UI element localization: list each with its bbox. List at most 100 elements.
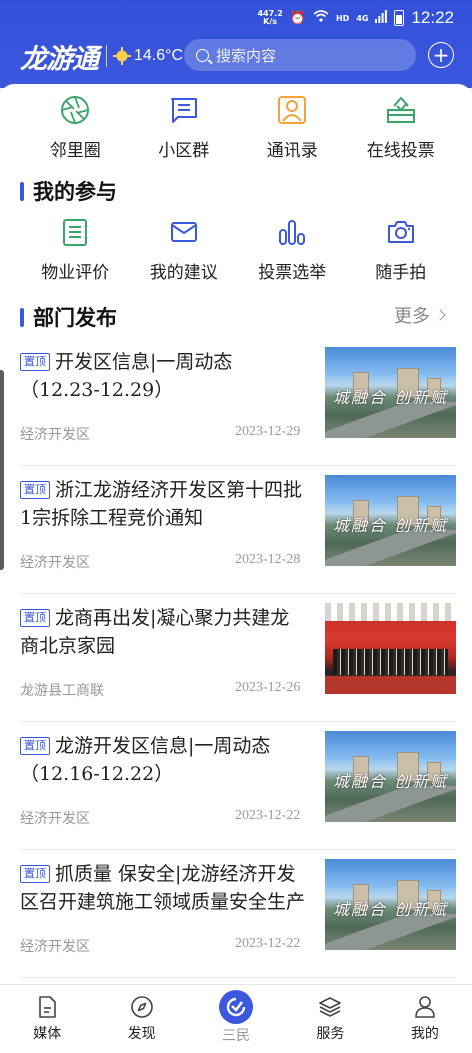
news-item[interactable]: 置顶 浙江龙游经济开发区第十四批1宗拆除工程竞价通知 经济开发区 2023-12-…: [20, 466, 456, 594]
photo-caption: 城融合 创新赋: [333, 900, 449, 919]
photo-caption: 城融合 创新赋: [333, 388, 449, 407]
search-icon: [196, 48, 209, 62]
news-thumbnail: 城融合 创新赋: [325, 731, 456, 822]
news-title-text: 抓质量 保安全|龙游经济开发区召开建筑施工领域质量安全生产: [20, 863, 305, 913]
chevron-right-icon: [434, 309, 446, 321]
news-item[interactable]: 置顶 龙商再出发|凝心聚力共建龙商北京家园 龙游县工商联 2023-12-26: [20, 594, 456, 722]
news-thumbnail: 城融合 创新赋: [325, 475, 456, 566]
more-link[interactable]: 更多: [394, 302, 446, 328]
news-date: 2023-12-29: [235, 424, 301, 439]
news-source: 龙游县工商联: [20, 683, 104, 699]
tab-discover[interactable]: 发现: [94, 985, 188, 1053]
news-item[interactable]: 置顶 开发区信息|一周动态（12.23-12.29） 经济开发区 2023-12-…: [20, 338, 456, 466]
app-header: 447.2 K/s ⏰ HD 4G 12:22 龙游通 14.6°C 搜索内容: [0, 0, 472, 88]
news-thumbnail: 城融合 创新赋: [325, 347, 456, 438]
pinned-badge: 置顶: [20, 609, 50, 627]
quick-entry-row: 邻里圈 小区群 通讯录 在线投票: [21, 94, 472, 161]
city-photo: 城融合 创新赋: [325, 347, 456, 438]
vote-icon: [386, 96, 415, 123]
news-item[interactable]: 置顶 抓质量 保安全|龙游经济开发区召开建筑施工领域质量安全生产 经济开发区 20…: [20, 850, 456, 978]
sanmin-icon: [219, 990, 254, 1024]
news-title-text: 龙商再出发|凝心聚力共建龙商北京家园: [20, 607, 290, 657]
tab-label: 服务: [316, 1026, 345, 1042]
quick-entry-neighborhood[interactable]: 邻里圈: [21, 94, 130, 161]
network-speed: 447.2 K/s: [257, 10, 282, 26]
side-scroll-handle[interactable]: [0, 370, 4, 570]
signal-type: 4G: [356, 13, 369, 23]
clipboard-icon: [63, 219, 88, 246]
news-title-text: 开发区信息|一周动态（12.23-12.29）: [20, 351, 233, 401]
news-source: 经济开发区: [20, 811, 90, 827]
search-placeholder: 搜索内容: [216, 46, 277, 65]
mail-icon: [170, 222, 197, 242]
app-logo: 龙游通: [20, 43, 99, 75]
document-icon: [39, 996, 57, 1018]
quick-entry-community-group[interactable]: 小区群: [130, 94, 239, 161]
quick-entry-label: 物业评价: [41, 263, 110, 283]
city-photo: 城融合 创新赋: [325, 475, 456, 566]
news-title: 置顶 浙江龙游经济开发区第十四批1宗拆除工程竞价通知: [20, 476, 305, 532]
brand-row: 龙游通 14.6°C 搜索内容 +: [0, 38, 472, 75]
add-button[interactable]: +: [428, 42, 454, 68]
photo-caption: 城融合 创新赋: [333, 772, 449, 791]
news-source: 经济开发区: [20, 939, 90, 955]
tab-mine[interactable]: 我的: [378, 985, 472, 1053]
alarm-icon: ⏰: [289, 10, 306, 26]
quick-entry-label: 邻里圈: [49, 141, 101, 161]
news-date: 2023-12-22: [235, 936, 301, 951]
quick-entry-contacts[interactable]: 通讯录: [238, 94, 347, 161]
tab-sanmin[interactable]: 三民: [189, 985, 283, 1053]
city-photo: 城融合 创新赋: [325, 859, 456, 950]
more-label: 更多: [394, 306, 430, 327]
signal-icon: [375, 9, 388, 27]
quick-entry-label: 小区群: [158, 141, 210, 161]
news-title-text: 龙游开发区信息|一周动态（12.16-12.22）: [20, 735, 271, 785]
pinned-badge: 置顶: [20, 865, 50, 883]
quick-entry-online-vote[interactable]: 在线投票: [347, 94, 456, 161]
tab-media[interactable]: 媒体: [0, 985, 94, 1053]
layers-icon: [319, 997, 342, 1017]
news-title: 置顶 龙商再出发|凝心聚力共建龙商北京家园: [20, 604, 305, 660]
quick-entry-property-review[interactable]: 物业评价: [21, 216, 130, 283]
news-title: 置顶 开发区信息|一周动态（12.23-12.29）: [20, 348, 305, 404]
quick-entry-snapshot[interactable]: 随手拍: [347, 216, 456, 283]
news-source: 经济开发区: [20, 555, 90, 571]
weather[interactable]: 14.6°C: [113, 47, 183, 65]
status-bar: 447.2 K/s ⏰ HD 4G 12:22: [0, 0, 472, 36]
tab-label: 发现: [127, 1026, 156, 1042]
quick-entry-election[interactable]: 投票选举: [238, 216, 347, 283]
main-card: 邻里圈 小区群 通讯录 在线投票 我的参与 物业评价 我的建议 投票选举 随手拍…: [0, 84, 472, 984]
contact-icon: [278, 96, 307, 124]
net-speed-unit: K/s: [263, 17, 278, 26]
news-date: 2023-12-28: [235, 552, 301, 567]
bottom-tab-bar: 媒体 发现 三民 服务 我的: [0, 984, 472, 1053]
news-item[interactable]: 置顶 龙游开发区信息|一周动态（12.16-12.22） 经济开发区 2023-1…: [20, 722, 456, 850]
battery-icon: [394, 10, 405, 26]
clock: 12:22: [411, 8, 454, 27]
aperture-icon: [61, 96, 90, 124]
section-accent-bar: [20, 307, 24, 327]
camera-icon: [387, 221, 414, 243]
compass-icon: [130, 996, 153, 1018]
section-my-participation: 我的参与: [20, 176, 117, 206]
bar-chart-icon: [279, 220, 306, 245]
quick-entry-label: 通讯录: [266, 141, 318, 161]
logo-divider: [106, 45, 107, 67]
section-department-release: 部门发布: [20, 302, 117, 332]
tab-label: 我的: [410, 1026, 439, 1042]
hd-indicator: HD: [335, 13, 350, 23]
quick-entry-my-suggestions[interactable]: 我的建议: [130, 216, 239, 283]
person-icon: [415, 996, 435, 1018]
search-input[interactable]: 搜索内容: [184, 39, 416, 71]
quick-entry-label: 随手拍: [375, 263, 427, 283]
city-photo: 城融合 创新赋: [325, 731, 456, 822]
news-source: 经济开发区: [20, 427, 90, 443]
section-title: 我的参与: [33, 180, 117, 204]
sun-icon: [113, 47, 131, 65]
news-title: 置顶 龙游开发区信息|一周动态（12.16-12.22）: [20, 732, 305, 788]
tab-services[interactable]: 服务: [283, 985, 377, 1053]
section-accent-bar: [20, 181, 24, 201]
participation-row: 物业评价 我的建议 投票选举 随手拍: [21, 216, 472, 283]
photo-caption: 城融合 创新赋: [333, 516, 449, 535]
pinned-badge: 置顶: [20, 481, 50, 499]
